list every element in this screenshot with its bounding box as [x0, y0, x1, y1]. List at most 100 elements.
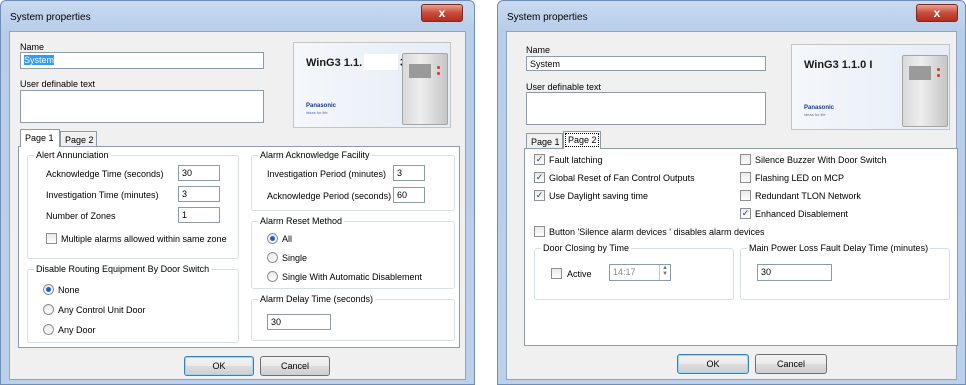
routing-none-radio[interactable]: [43, 284, 54, 295]
investigation-period-label: Investigation Period (minutes): [267, 169, 387, 179]
right-cancel-button[interactable]: Cancel: [755, 354, 827, 374]
user-text-input[interactable]: [20, 90, 264, 123]
flashing-led-checkbox[interactable]: [740, 172, 751, 183]
routing-any-door-radio[interactable]: [43, 324, 54, 335]
time-spinner[interactable]: ▲ ▼: [659, 265, 670, 280]
redundant-tlon-label: Redundant TLON Network: [755, 191, 861, 201]
routing-title: Disable Routing Equipment By Door Switch: [34, 264, 212, 274]
right-close-button[interactable]: x: [916, 4, 958, 22]
product-logo: WinG3 1.1. 3 Panasonic ideas for life: [293, 42, 451, 128]
alarm-delay-group: Alarm Delay Time (seconds) 30: [251, 294, 455, 341]
right-user-text-input[interactable]: [526, 92, 766, 125]
daylight-saving-label: Use Daylight saving time: [549, 191, 649, 201]
door-time-value: 14:17: [613, 267, 636, 277]
right-logo-brand: Panasonic: [804, 105, 835, 111]
cancel-button[interactable]: Cancel: [260, 356, 330, 376]
enhanced-disablement-checkbox[interactable]: ✓: [740, 208, 751, 219]
alarm-reset-title: Alarm Reset Method: [258, 216, 345, 226]
right-logo-slogan: ideas for life: [804, 112, 826, 117]
name-label: Name: [20, 42, 45, 52]
reset-single-auto-radio[interactable]: [267, 271, 278, 282]
right-dialog-window: System properties x Name System User def…: [497, 0, 966, 385]
right-name-label: Name: [526, 45, 551, 55]
routing-control-unit-label: Any Control Unit Door: [58, 305, 146, 315]
fault-latching-label: Fault latching: [549, 155, 603, 165]
daylight-saving-checkbox[interactable]: ✓: [534, 190, 545, 201]
right-name-input[interactable]: System: [526, 56, 766, 71]
door-active-checkbox[interactable]: [551, 268, 562, 279]
investigation-time-input[interactable]: 3: [178, 186, 220, 202]
right-control-panel-image: [902, 55, 948, 127]
left-window-title: System properties: [10, 12, 91, 23]
fault-latching-checkbox[interactable]: ✓: [534, 154, 545, 165]
tab-page-1[interactable]: Page 1: [20, 129, 60, 147]
routing-any-door-label: Any Door: [58, 325, 96, 335]
ack-time-input[interactable]: 30: [178, 165, 220, 181]
zones-label: Number of Zones: [46, 211, 116, 221]
redundant-tlon-checkbox[interactable]: [740, 190, 751, 201]
right-logo-version: WinG3 1.1.0 I: [804, 59, 873, 71]
ack-time-label: Acknowledge Time (seconds): [46, 169, 164, 179]
logo-brand: Panasonic: [306, 103, 337, 109]
reset-all-radio[interactable]: [267, 233, 278, 244]
door-closing-group: Door Closing by Time Active 14:17 ▲ ▼: [534, 243, 734, 300]
reset-single-auto-label: Single With Automatic Disablement: [282, 272, 423, 282]
zones-input[interactable]: 1: [178, 207, 220, 223]
left-close-button[interactable]: x: [421, 4, 463, 22]
right-dialog-client: Name System User definable text WinG3 1.…: [506, 31, 958, 380]
logo-redaction: [364, 54, 398, 70]
routing-none-label: None: [58, 285, 80, 295]
reset-single-label: Single: [282, 253, 308, 263]
silence-buzzer-checkbox[interactable]: [740, 154, 751, 165]
investigation-time-label: Investigation Time (minutes): [46, 190, 159, 200]
alert-annunciation-group: Alert Annunciation Acknowledge Time (sec…: [27, 150, 239, 259]
door-active-label: Active: [567, 269, 592, 279]
logo-slogan: ideas for life: [306, 110, 328, 115]
ack-period-label: Acknowledge Period (seconds): [267, 191, 392, 201]
right-window-title: System properties: [507, 12, 588, 23]
power-loss-group: Main Power Loss Fault Delay Time (minute…: [740, 243, 950, 300]
name-value: System: [24, 55, 55, 65]
ok-button[interactable]: OK: [184, 356, 254, 376]
right-product-logo: WinG3 1.1.0 I Panasonic ideas for life: [791, 44, 950, 130]
alarm-reset-group: Alarm Reset Method All Single Single Wit…: [251, 216, 455, 289]
power-loss-title: Main Power Loss Fault Delay Time (minute…: [747, 243, 931, 253]
right-tab-page-1[interactable]: Page 1: [526, 133, 563, 149]
ack-facility-group: Alarm Acknowledge Facility Investigation…: [251, 150, 455, 211]
alarm-delay-input[interactable]: 30: [267, 314, 331, 330]
right-title-bar[interactable]: System properties x: [498, 1, 965, 31]
alert-annunciation-title: Alert Annunciation: [34, 150, 111, 160]
global-reset-checkbox[interactable]: ✓: [534, 172, 545, 183]
name-input[interactable]: System: [20, 52, 264, 69]
ack-facility-title: Alarm Acknowledge Facility: [258, 150, 372, 160]
ack-period-input[interactable]: 60: [393, 187, 425, 203]
right-tab-page-2[interactable]: Page 2: [563, 131, 601, 149]
global-reset-label: Global Reset of Fan Control Outputs: [549, 173, 695, 183]
multiple-alarms-checkbox[interactable]: [46, 233, 57, 244]
silence-alarm-checkbox[interactable]: [534, 226, 545, 237]
right-ok-button[interactable]: OK: [677, 354, 749, 374]
reset-all-label: All: [282, 234, 293, 244]
enhanced-disablement-label: Enhanced Disablement: [755, 209, 849, 219]
investigation-period-input[interactable]: 3: [393, 165, 425, 181]
left-dialog-window: System properties x Name System User def…: [0, 0, 475, 385]
left-tab-panel: Alert Annunciation Acknowledge Time (sec…: [18, 146, 460, 348]
routing-group: Disable Routing Equipment By Door Switch…: [27, 264, 239, 343]
logo-version: WinG3 1.1.: [306, 57, 363, 69]
silence-buzzer-label: Silence Buzzer With Door Switch: [755, 155, 887, 165]
power-loss-input[interactable]: 30: [757, 264, 832, 281]
alarm-delay-title: Alarm Delay Time (seconds): [258, 294, 376, 304]
routing-control-unit-radio[interactable]: [43, 304, 54, 315]
door-closing-title: Door Closing by Time: [541, 243, 632, 253]
control-panel-image: [402, 53, 448, 125]
right-user-text-label: User definable text: [526, 82, 602, 92]
left-dialog-client: Name System User definable text WinG3 1.…: [9, 31, 466, 380]
flashing-led-label: Flashing LED on MCP: [755, 173, 845, 183]
user-text-label: User definable text: [20, 79, 96, 89]
right-tab-panel: ✓ Fault latching ✓ Global Reset of Fan C…: [524, 148, 958, 346]
reset-single-radio[interactable]: [267, 252, 278, 263]
left-title-bar[interactable]: System properties x: [1, 1, 474, 31]
tab-page-2[interactable]: Page 2: [60, 131, 97, 147]
multiple-alarms-label: Multiple alarms allowed within same zone: [61, 234, 227, 244]
silence-alarm-label: Button 'Silence alarm devices ' disables…: [549, 227, 765, 237]
